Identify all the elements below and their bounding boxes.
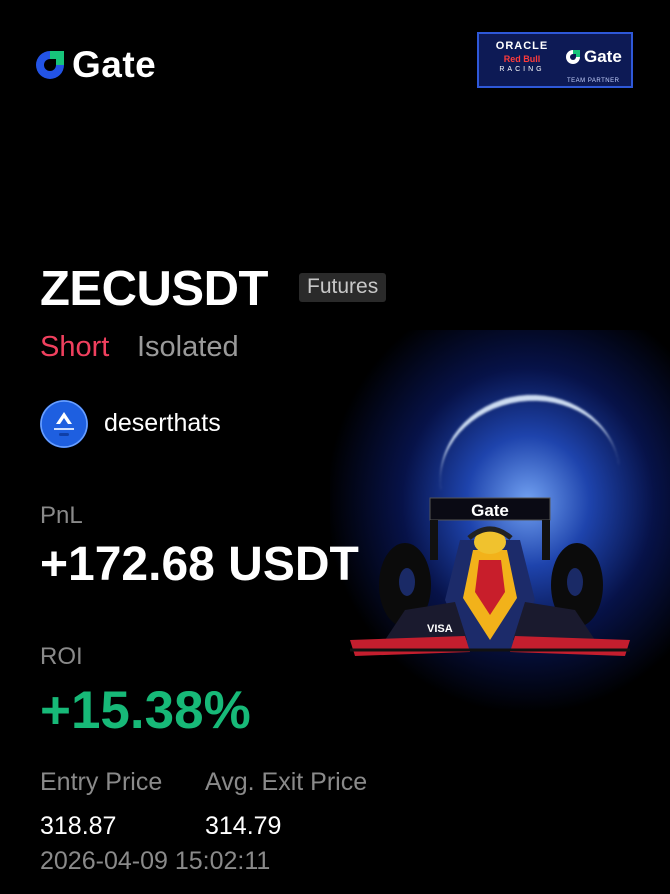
- timestamp: 2026-04-09 15:02:11: [40, 847, 271, 875]
- gate-logo-icon: [36, 51, 64, 79]
- gate-badge-icon: [566, 50, 580, 64]
- exit-price-label: Avg. Exit Price: [205, 768, 368, 796]
- oracle-text: ORACLE: [495, 40, 549, 52]
- exit-price-value: 314.79: [205, 812, 282, 840]
- badge-gate-text: Gate: [584, 47, 622, 66]
- entry-price-value: 318.87: [40, 812, 117, 840]
- entry-price-label: Entry Price: [40, 768, 163, 796]
- brand-name: Gate: [72, 44, 157, 85]
- racing-text: RACING: [499, 66, 545, 73]
- gate-logo: Gate: [34, 44, 156, 86]
- alltoscan-avatar-icon: [40, 400, 88, 448]
- redbull-text: Red Bull: [503, 54, 541, 64]
- roi-label: ROI: [40, 643, 83, 670]
- username: deserthats: [104, 409, 221, 437]
- sidepod-text: VISA: [427, 623, 453, 635]
- roi-value: +15.38%: [40, 681, 251, 740]
- wing-text: Gate: [471, 501, 509, 520]
- position-side: Short: [40, 331, 110, 363]
- margin-mode: Isolated: [137, 331, 239, 363]
- f1-car-image: Gate VISA: [350, 497, 630, 656]
- market-type-badge: Futures: [299, 273, 387, 302]
- avatar: [40, 400, 88, 448]
- pnl-value: +172.68 USDT: [40, 538, 359, 591]
- team-partner-badge: ORACLE Red Bull RACING Gate TEAM PARTNER: [477, 32, 633, 88]
- pnl-label: PnL: [40, 502, 83, 529]
- trading-pair: ZECUSDT: [40, 262, 268, 316]
- team-partner-text: TEAM PARTNER: [567, 78, 620, 84]
- share-card: Gate VISA Gate ORACLE Red Bull RACING Ga…: [0, 0, 670, 894]
